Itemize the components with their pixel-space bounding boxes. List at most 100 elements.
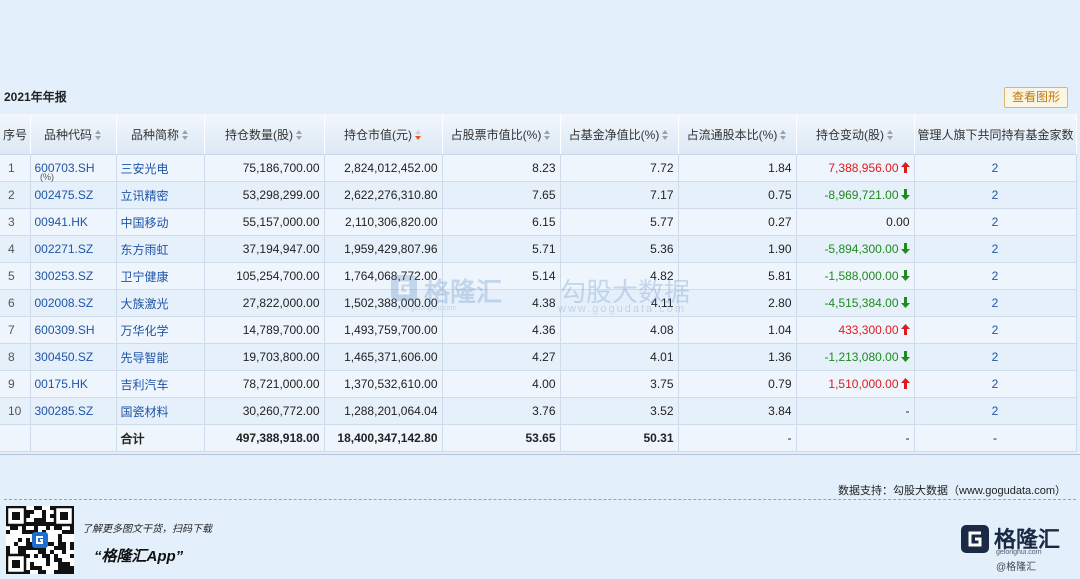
cell-change: -1,588,000.00 [796, 262, 915, 290]
arrow-down-icon [900, 297, 910, 308]
cell-change: -4,515,384.00 [796, 289, 915, 317]
cell-pct-nav: 4.08 [560, 316, 679, 344]
cell-shares: 27,822,000.00 [204, 289, 325, 317]
total-pct-stock: 53.65 [442, 424, 561, 452]
arrow-down-icon [900, 270, 910, 281]
cell-name-link[interactable]: 大族激光 [116, 289, 205, 317]
cell-name-link[interactable]: 东方雨虹 [116, 235, 205, 263]
cell-fund-count-link[interactable]: 2 [914, 343, 1077, 371]
cell-fund-count-link[interactable]: 2 [914, 289, 1077, 317]
cell-name-link[interactable]: 万华化学 [116, 316, 205, 344]
sort-icon[interactable] [662, 130, 669, 141]
cell-fund-count-link[interactable]: 2 [914, 154, 1077, 182]
cell-name-link[interactable]: 先导智能 [116, 343, 205, 371]
sort-icon[interactable] [887, 130, 894, 141]
cell-code-link[interactable]: 002475.SZ [30, 181, 117, 209]
cell-fund-count-link[interactable]: 2 [914, 316, 1077, 344]
table-total-row: 合计 497,388,918.00 18,400,347,142.80 53.65 50… [0, 424, 1077, 452]
cell-fund-count-link[interactable]: 2 [914, 208, 1077, 236]
header-value[interactable]: 持仓市值(元) [324, 114, 443, 155]
cell-name-link[interactable]: 三安光电 [116, 154, 205, 182]
cell-shares: 105,254,700.00 [204, 262, 325, 290]
cell-pct-float: 0.27 [678, 208, 797, 236]
cell-rank: 6 [0, 289, 31, 317]
header-fund-count: 管理人旗下共同持有基金家数 [914, 114, 1077, 155]
sort-desc-icon[interactable] [415, 130, 422, 141]
header-pct-stock[interactable]: 占股票市值比(%) [442, 114, 561, 155]
cell-fund-count-link[interactable]: 2 [914, 397, 1077, 425]
cell-shares: 75,186,700.00 [204, 154, 325, 182]
sort-icon[interactable] [182, 130, 189, 141]
cell-fund-count-link[interactable]: 2 [914, 370, 1077, 398]
sort-icon[interactable] [780, 130, 787, 141]
qr-code-icon [6, 506, 74, 574]
table-row[interactable]: 7 600309.SH 万华化学 14,789,700.00 1,493,759,700… [0, 316, 1077, 344]
cell-pct-nav: 3.75 [560, 370, 679, 398]
cell-rank: 9 [0, 370, 31, 398]
cell-fund-count-link[interactable]: 2 [914, 262, 1077, 290]
cell-code-link[interactable]: 00941.HK [30, 208, 117, 236]
cell-code-link[interactable]: 300253.SZ [30, 262, 117, 290]
header-name[interactable]: 品种简称 [116, 114, 205, 155]
cell-pct-float: 0.75 [678, 181, 797, 209]
cell-code-link[interactable]: 300450.SZ [30, 343, 117, 371]
cell-name-link[interactable]: 吉利汽车 [116, 370, 205, 398]
cell-code-link[interactable]: 002008.SZ [30, 289, 117, 317]
change-value: 1,510,000.00 [828, 377, 899, 391]
brand-domain: gelonghui.com [996, 549, 1042, 556]
header-code[interactable]: 品种代码 [30, 114, 117, 155]
cell-pct-float: 3.84 [678, 397, 797, 425]
sort-icon[interactable] [296, 130, 303, 141]
cell-shares: 14,789,700.00 [204, 316, 325, 344]
view-chart-button[interactable]: 查看图形 [1003, 87, 1068, 108]
arrow-up-icon [900, 324, 910, 335]
table-row[interactable]: 1 600703.SH 三安光电 75,186,700.00 2,824,012,452… [0, 154, 1077, 182]
cell-empty [0, 424, 31, 452]
table-row[interactable]: 5 300253.SZ 卫宁健康 105,254,700.00 1,764,068,77… [0, 262, 1077, 290]
cell-pct-nav: 5.77 [560, 208, 679, 236]
total-pct-float: - [678, 424, 797, 452]
cell-pct-stock: 3.76 [442, 397, 561, 425]
cell-code-link[interactable]: 00175.HK [30, 370, 117, 398]
table-row[interactable]: 6 002008.SZ 大族激光 27,822,000.00 1,502,388,000… [0, 289, 1077, 317]
cell-name-link[interactable]: 立讯精密 [116, 181, 205, 209]
table-row[interactable]: 2 002475.SZ 立讯精密 53,298,299.00 2,622,276,310… [0, 181, 1077, 209]
change-value: -8,969,721.00 [824, 188, 899, 202]
cell-pct-float: 1.04 [678, 316, 797, 344]
cell-name-link[interactable]: 卫宁健康 [116, 262, 205, 290]
sort-icon[interactable] [544, 130, 551, 141]
table-row[interactable]: 4 002271.SZ 东方雨虹 37,194,947.00 1,959,429,807… [0, 235, 1077, 263]
cell-pct-nav: 7.72 [560, 154, 679, 182]
cell-pct-nav: 4.82 [560, 262, 679, 290]
divider [0, 454, 1080, 455]
cell-pct-stock: 5.14 [442, 262, 561, 290]
table-row[interactable]: 9 00175.HK 吉利汽车 78,721,000.00 1,370,532,610.… [0, 370, 1077, 398]
report-title: 2021年年报 [4, 90, 67, 104]
change-value: -5,894,300.00 [824, 242, 899, 256]
cell-name-link[interactable]: 国瓷材料 [116, 397, 205, 425]
cell-shares: 19,703,800.00 [204, 343, 325, 371]
total-change: - [796, 424, 915, 452]
sort-icon[interactable] [95, 130, 102, 141]
cell-code-link[interactable]: 002271.SZ [30, 235, 117, 263]
table-row[interactable]: 3 00941.HK 中国移动 55,157,000.00 2,110,306,820.… [0, 208, 1077, 236]
arrow-down-icon [900, 243, 910, 254]
cell-pct-nav: 3.52 [560, 397, 679, 425]
cell-fund-count-link[interactable]: 2 [914, 235, 1077, 263]
change-value: -1,213,080.00 [824, 350, 899, 364]
change-value: 7,388,956.00 [828, 161, 899, 175]
cell-code-link[interactable]: 600309.SH [30, 316, 117, 344]
table-row[interactable]: 8 300450.SZ 先导智能 19,703,800.00 1,465,371,606… [0, 343, 1077, 371]
cell-pct-stock: 8.23 [442, 154, 561, 182]
header-pct-float[interactable]: 占流通股本比(%) [678, 114, 797, 155]
header-shares[interactable]: 持仓数量(股) [204, 114, 325, 155]
cell-pct-float: 0.79 [678, 370, 797, 398]
cell-rank: 7 [0, 316, 31, 344]
header-change[interactable]: 持仓变动(股) [796, 114, 915, 155]
header-pct-nav[interactable]: 占基金净值比(%) [560, 114, 679, 155]
cell-shares: 53,298,299.00 [204, 181, 325, 209]
cell-code-link[interactable]: 300285.SZ [30, 397, 117, 425]
table-row[interactable]: 10 300285.SZ 国瓷材料 30,260,772.00 1,288,201,06… [0, 397, 1077, 425]
cell-fund-count-link[interactable]: 2 [914, 181, 1077, 209]
cell-name-link[interactable]: 中国移动 [116, 208, 205, 236]
